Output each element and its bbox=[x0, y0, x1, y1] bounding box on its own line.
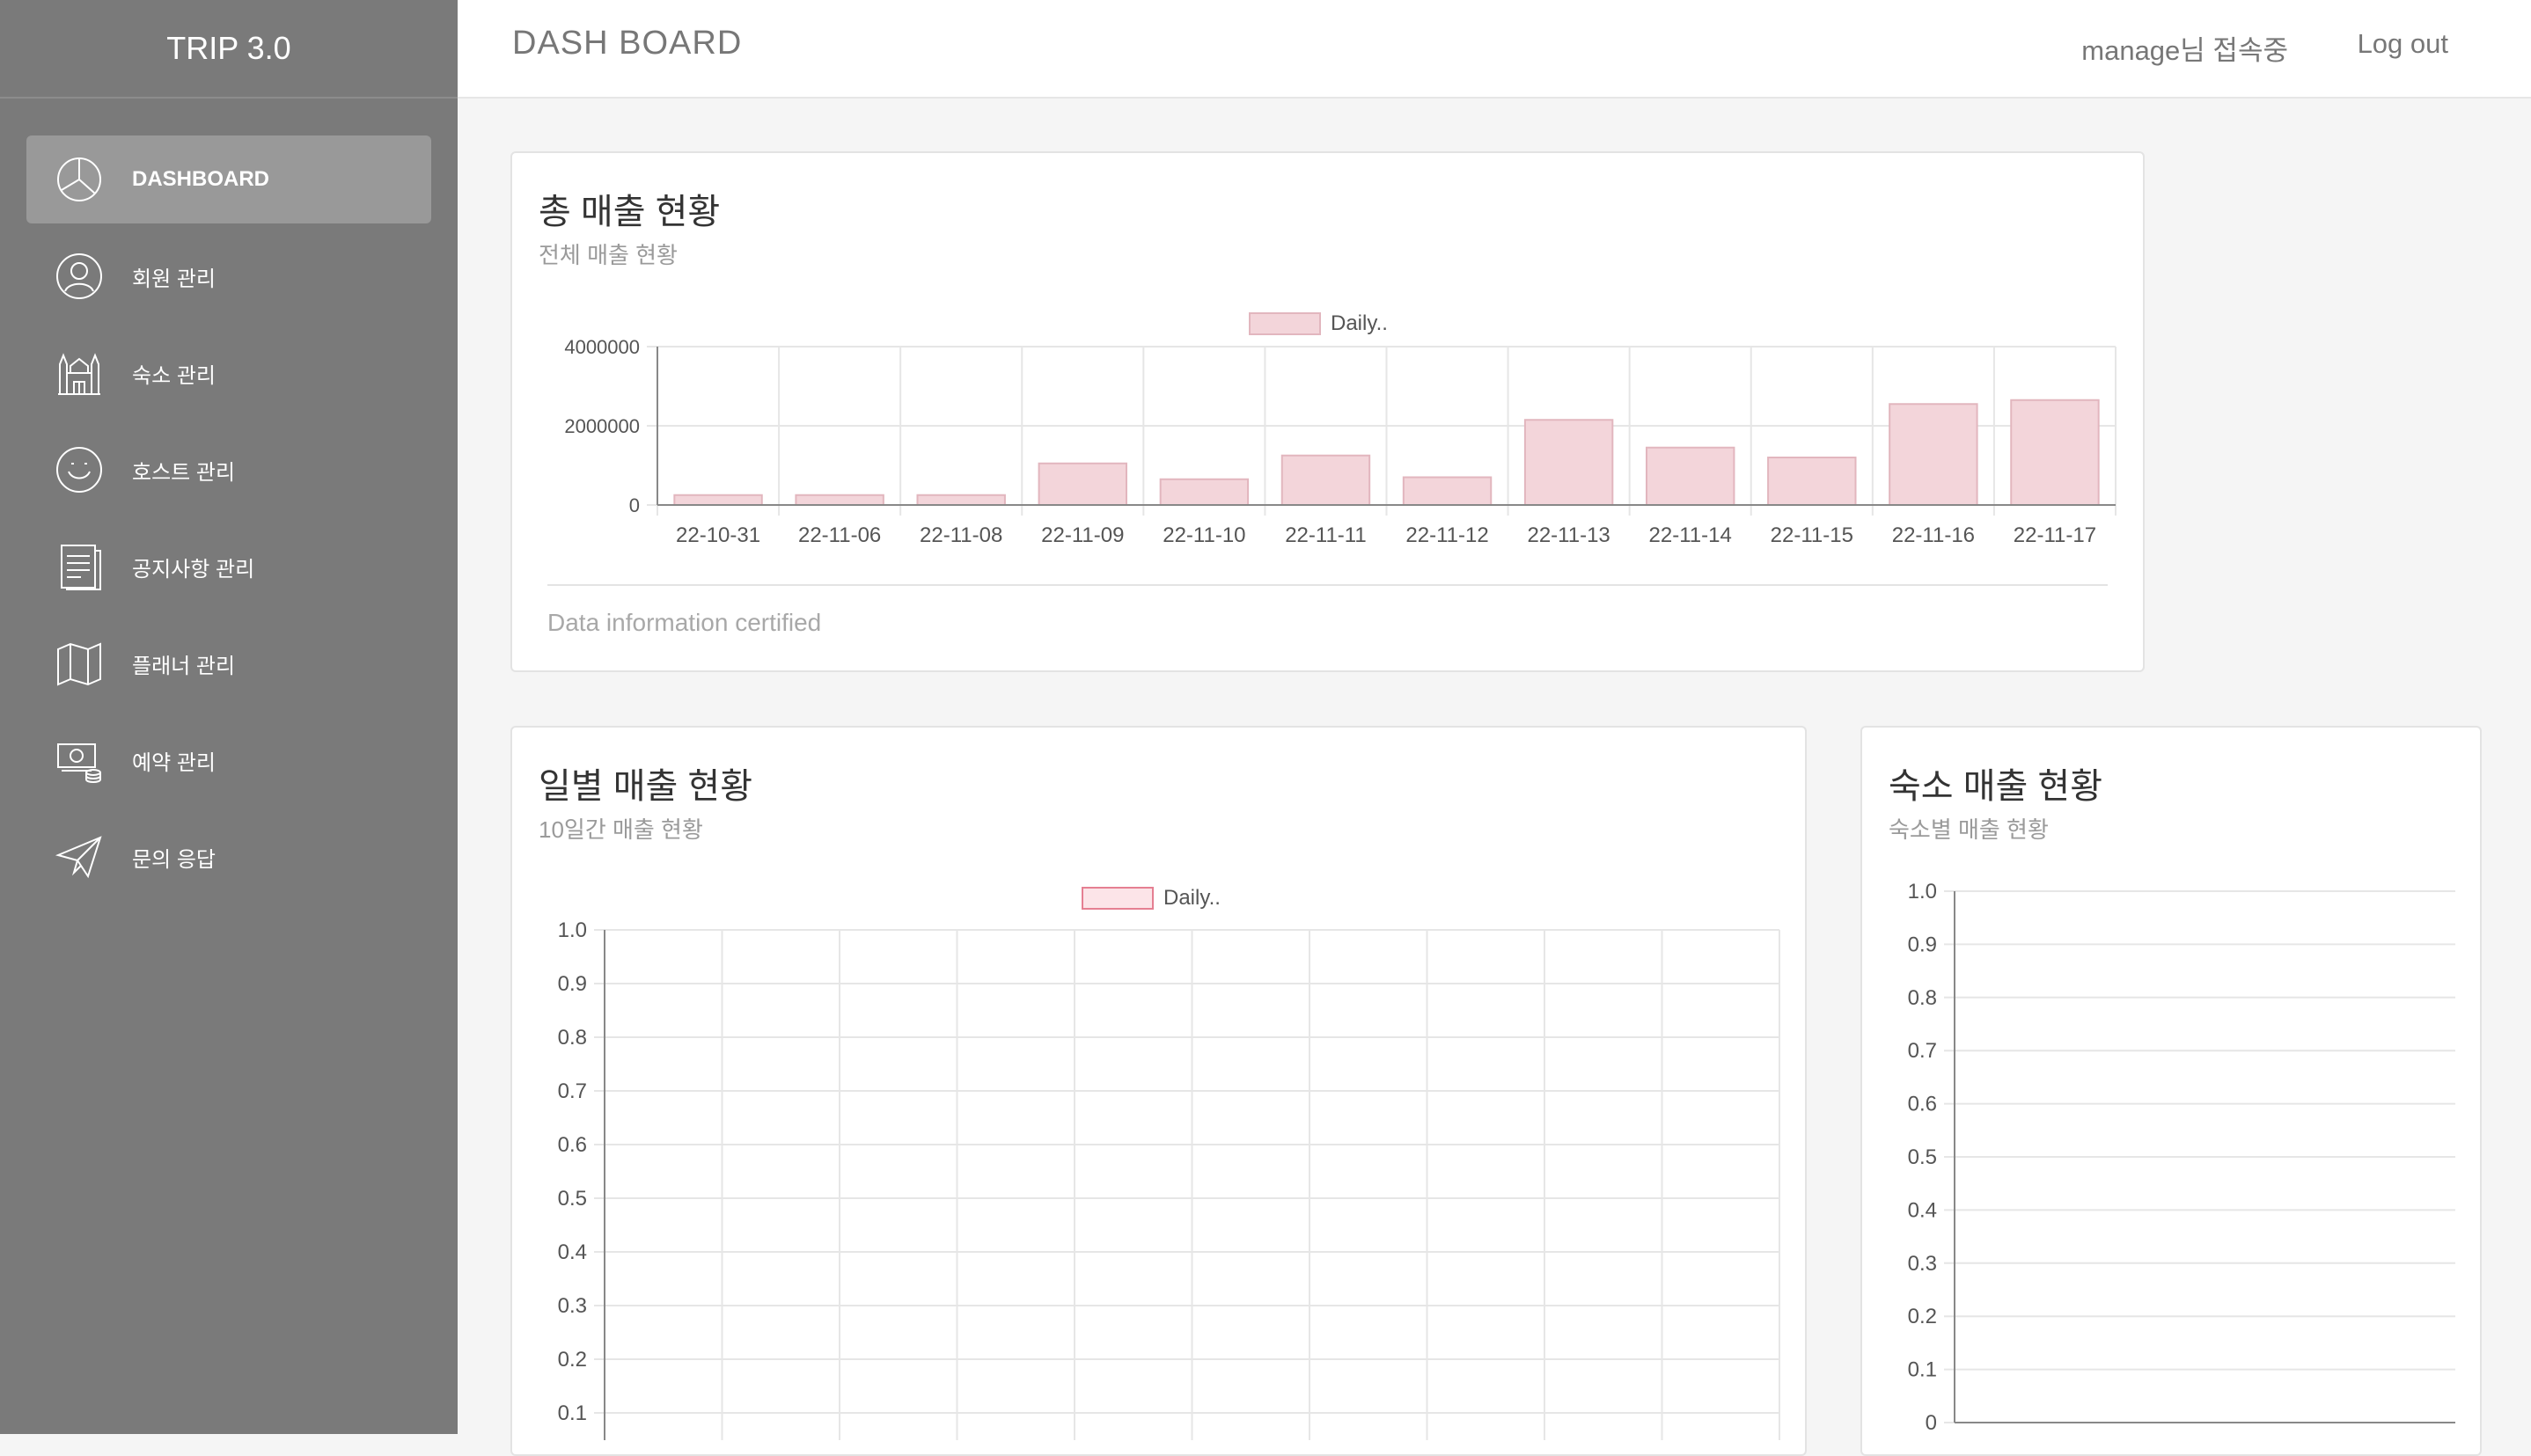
x-tick-label: 22-11-09 bbox=[1041, 523, 1124, 547]
bar bbox=[795, 494, 884, 506]
sidebar-item-inquiries[interactable]: 문의 응답 bbox=[26, 813, 431, 901]
y-tick-label: 0.7 bbox=[558, 1079, 587, 1103]
bar bbox=[673, 494, 763, 506]
card-subtitle: 전체 매출 현황 bbox=[539, 242, 678, 268]
x-tick-label: 22-11-16 bbox=[1892, 523, 1975, 547]
y-tick-label: 0.2 bbox=[1908, 1305, 1937, 1328]
x-tick-label: 22-11-14 bbox=[1649, 523, 1732, 547]
y-tick-label: 0.4 bbox=[558, 1240, 587, 1264]
daily-sales-card: 일별 매출 현황 10일간 매출 현황 Daily.. 0.1 0.2 0.3 0.4 0… bbox=[510, 726, 1807, 1456]
sidebar-item-label: 회원 관리 bbox=[132, 267, 216, 291]
page-title: DASH BOARD bbox=[512, 25, 743, 62]
bar bbox=[2010, 399, 2100, 506]
bar bbox=[1645, 446, 1735, 506]
sidebar-item-label: 숙소 관리 bbox=[132, 363, 216, 388]
legend-label: Daily.. bbox=[1331, 311, 1388, 335]
x-tick-label: 22-11-17 bbox=[2014, 523, 2096, 547]
building-icon bbox=[55, 348, 104, 398]
sidebar-item-label: 공지사항 관리 bbox=[132, 557, 255, 582]
sidebar-item-dashboard[interactable]: DASHBOARD bbox=[26, 135, 431, 223]
y-tick-label: 0.1 bbox=[558, 1401, 587, 1425]
sidebar-item-label: 예약 관리 bbox=[132, 750, 216, 775]
top-header: DASH BOARD manage님 접속중 Log out bbox=[458, 0, 2531, 99]
card-subtitle: 숙소별 매출 현황 bbox=[1889, 816, 2049, 843]
y-tick-label: 0.3 bbox=[558, 1294, 587, 1318]
bar bbox=[1159, 478, 1250, 506]
y-tick-label: 0.7 bbox=[1908, 1039, 1937, 1063]
y-tick-label: 0.6 bbox=[1908, 1093, 1937, 1116]
y-tick-label: 0.8 bbox=[1908, 986, 1937, 1010]
y-tick-label: 2000000 bbox=[564, 415, 640, 437]
y-tick-label: 0.4 bbox=[1908, 1198, 1937, 1222]
lodging-sales-card: 숙소 매출 현황 숙소별 매출 현황 0 0.1 0.2 0.3 0.4 0.5 0.6 0.… bbox=[1860, 726, 2482, 1456]
bar bbox=[916, 494, 1006, 506]
sidebar-item-label: DASHBOARD bbox=[132, 167, 269, 191]
y-tick-label: 0.3 bbox=[1908, 1252, 1937, 1276]
y-tick-label: 1.0 bbox=[1908, 880, 1937, 904]
lodging-sales-chart: 0 0.1 0.2 0.3 0.4 0.5 0.6 0.7 0.8 0.9 1.0 bbox=[1908, 880, 2455, 1435]
x-tick-label: 22-10-31 bbox=[676, 523, 760, 547]
y-tick-label: 0.1 bbox=[1908, 1358, 1937, 1382]
bar bbox=[1280, 454, 1371, 506]
sidebar-item-notices[interactable]: 공지사항 관리 bbox=[26, 523, 431, 611]
logout-link[interactable]: Log out bbox=[2358, 28, 2448, 60]
total-sales-card: 총 매출 현황 전체 매출 현황 Daily.. 0 2000000 4000000 2… bbox=[510, 151, 2145, 672]
x-tick-label: 22-11-11 bbox=[1285, 523, 1367, 547]
daily-sales-chart: Daily.. 0.1 0.2 0.3 0.4 0.5 0.6 0.7 0.8 0.9 1.0 bbox=[558, 886, 1780, 1440]
brand-logo[interactable]: TRIP 3.0 bbox=[0, 0, 458, 99]
sidebar-item-reservations[interactable]: 예약 관리 bbox=[26, 716, 431, 804]
sidebar-item-label: 문의 응답 bbox=[132, 847, 216, 872]
paper-plane-icon bbox=[55, 832, 104, 882]
sidebar-item-members[interactable]: 회원 관리 bbox=[26, 232, 431, 320]
x-tick-label: 22-11-10 bbox=[1163, 523, 1245, 547]
bar bbox=[1523, 419, 1614, 506]
sidebar-item-label: 호스트 관리 bbox=[132, 460, 236, 485]
card-title: 일별 매출 현황 bbox=[539, 767, 753, 806]
pie-chart-icon bbox=[55, 155, 104, 204]
sidebar-item-lodging[interactable]: 숙소 관리 bbox=[26, 329, 431, 417]
x-tick-label: 22-11-08 bbox=[920, 523, 1002, 547]
bar bbox=[1767, 457, 1857, 506]
y-tick-label: 0 bbox=[629, 494, 640, 516]
y-tick-label: 4000000 bbox=[564, 336, 640, 358]
money-icon bbox=[55, 735, 104, 785]
card-title: 총 매출 현황 bbox=[539, 193, 721, 231]
y-tick-label: 0.6 bbox=[558, 1133, 587, 1157]
y-tick-label: 0.9 bbox=[558, 972, 587, 996]
y-tick-label: 0.9 bbox=[1908, 933, 1937, 956]
x-tick-label: 22-11-15 bbox=[1771, 523, 1853, 547]
bar bbox=[1038, 462, 1128, 506]
document-icon bbox=[55, 542, 104, 591]
card-title: 숙소 매출 현황 bbox=[1889, 767, 2103, 806]
sidebar-item-planner[interactable]: 플래너 관리 bbox=[26, 619, 431, 707]
card-subtitle: 10일간 매출 현황 bbox=[539, 816, 703, 843]
card-footer: Data information certified bbox=[547, 609, 822, 636]
sidebar-item-hosts[interactable]: 호스트 관리 bbox=[26, 426, 431, 514]
total-sales-chart: Daily.. 0 2000000 4000000 22-10-31 22-11-06 22… bbox=[564, 311, 2117, 547]
legend-label: Daily.. bbox=[1163, 886, 1221, 910]
user-icon bbox=[55, 252, 104, 301]
legend-swatch bbox=[1082, 887, 1154, 910]
sidebar-item-label: 플래너 관리 bbox=[132, 654, 236, 678]
legend-swatch bbox=[1249, 312, 1321, 335]
y-tick-label: 0.5 bbox=[558, 1187, 587, 1211]
y-tick-label: 0.8 bbox=[558, 1026, 587, 1050]
x-tick-label: 22-11-12 bbox=[1405, 523, 1488, 547]
x-tick-label: 22-11-13 bbox=[1527, 523, 1610, 547]
bar bbox=[1889, 403, 1978, 506]
user-status: manage님 접속중 bbox=[2081, 35, 2288, 66]
x-tick-label: 22-11-06 bbox=[798, 523, 881, 547]
smile-icon bbox=[55, 445, 104, 494]
bar bbox=[1402, 476, 1493, 506]
sidebar: TRIP 3.0 DASHBOARD 회원 관리 숙소 관리 호스트 관리 공지… bbox=[0, 0, 458, 1434]
y-tick-label: 0.2 bbox=[558, 1348, 587, 1372]
sidebar-nav: DASHBOARD 회원 관리 숙소 관리 호스트 관리 공지사항 관리 플래너… bbox=[0, 99, 458, 901]
y-tick-label: 1.0 bbox=[558, 918, 587, 942]
y-tick-label: 0 bbox=[1926, 1411, 1937, 1435]
map-icon bbox=[55, 639, 104, 688]
card-divider bbox=[547, 584, 2108, 586]
y-tick-label: 0.5 bbox=[1908, 1145, 1937, 1169]
